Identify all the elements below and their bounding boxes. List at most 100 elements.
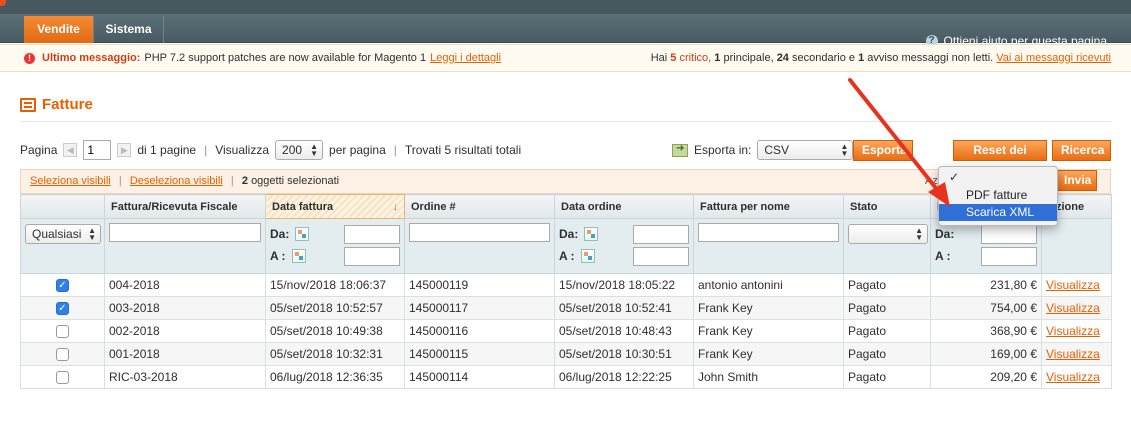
- select-visible-link[interactable]: Seleziona visibili: [30, 175, 111, 187]
- col-invoice-date[interactable]: Data fattura ↓: [265, 194, 405, 219]
- table-row[interactable]: ✓ 004-2018 15/nov/2018 18:06:37 145000119 15…: [20, 273, 1112, 297]
- invoice-icon: [20, 97, 36, 112]
- message-label: Ultimo messaggio:: [42, 52, 141, 64]
- cell-status: Pagato: [843, 273, 931, 297]
- order-filter-input[interactable]: [409, 223, 550, 242]
- row-checkbox-cell[interactable]: ✓: [20, 296, 105, 320]
- name-filter-input[interactable]: [698, 223, 839, 242]
- row-checkbox[interactable]: [56, 371, 69, 385]
- amount-to-input[interactable]: [981, 246, 1037, 266]
- row-checkbox[interactable]: ✓: [56, 279, 69, 293]
- invoice-date-to-input[interactable]: [344, 246, 400, 266]
- table-row[interactable]: ✓ 003-2018 05/set/2018 10:52:57 145000117 05…: [20, 296, 1112, 320]
- divider: [20, 121, 1111, 122]
- select-arrows-icon: ▲ ▼: [88, 226, 96, 242]
- date-from-label: Da:: [270, 227, 290, 241]
- view-link[interactable]: Visualizza: [1046, 278, 1100, 292]
- selected-label: oggetti selezionati: [251, 175, 340, 187]
- nav-tab-sistema[interactable]: Sistema: [94, 16, 164, 43]
- cell-order-date: 06/lug/2018 12:22:25: [554, 365, 694, 389]
- cell-invoice: RIC-03-2018: [104, 365, 266, 389]
- deselect-visible-link[interactable]: Deseleziona visibili: [130, 175, 223, 187]
- cell-status: Pagato: [843, 296, 931, 320]
- per-page-select[interactable]: 200 ▲ ▼: [275, 140, 324, 160]
- table-row[interactable]: RIC-03-2018 06/lug/2018 12:36:35 145000114…: [20, 365, 1112, 389]
- calendar-icon[interactable]: [584, 227, 599, 241]
- results-count: Trovati 5 risultati totali: [404, 143, 522, 157]
- col-invoice-date-label: Data fattura: [272, 200, 334, 213]
- view-link[interactable]: Visualizza: [1046, 324, 1100, 338]
- col-bill-name[interactable]: Fattura per nome: [693, 194, 844, 219]
- messages-inbox-link[interactable]: Vai ai messaggi ricevuti: [996, 52, 1111, 64]
- cell-invoice: 004-2018: [104, 273, 266, 297]
- prev-page-icon[interactable]: ◀: [63, 143, 78, 157]
- top-strip: [0, 0, 1131, 14]
- col-status[interactable]: Stato: [843, 194, 931, 219]
- cell-amount: 209,20 €: [930, 365, 1042, 389]
- massaction-dropdown[interactable]: ✓ PDF fatture Scarica XML: [938, 166, 1058, 226]
- message-bar: ! Ultimo messaggio: PHP 7.2 support patc…: [0, 44, 1131, 72]
- dropdown-item-xml[interactable]: Scarica XML: [939, 204, 1057, 221]
- logo-icon: [0, 0, 6, 6]
- reset-filters-button[interactable]: Reset dei filtri: [953, 140, 1047, 176]
- row-checkbox[interactable]: ✓: [56, 302, 69, 316]
- cell-action: Visualizza: [1041, 342, 1112, 366]
- table-row[interactable]: 001-2018 05/set/2018 10:32:31 145000115 05/…: [20, 342, 1112, 366]
- status-filter-select[interactable]: ▲ ▼: [848, 224, 928, 244]
- view-link[interactable]: Visualizza: [1046, 370, 1100, 384]
- page-input[interactable]: [83, 140, 112, 160]
- col-order[interactable]: Ordine #: [404, 194, 555, 219]
- next-page-icon[interactable]: ▶: [117, 143, 132, 157]
- col-invoice[interactable]: Fattura/Ricevuta Fiscale: [104, 194, 266, 219]
- nav-tab-vendite[interactable]: Vendite: [24, 16, 94, 43]
- select-arrows-icon: ▲ ▼: [310, 142, 319, 158]
- cell-bill-name: John Smith: [693, 365, 844, 389]
- cell-invoice-date: 06/lug/2018 12:36:35: [265, 365, 405, 389]
- cell-order: 145000116: [404, 319, 555, 343]
- cell-action: Visualizza: [1041, 319, 1112, 343]
- cell-status: Pagato: [843, 319, 931, 343]
- major-word: principale,: [723, 52, 774, 64]
- col-order-date[interactable]: Data ordine: [554, 194, 694, 219]
- dropdown-item-pdf[interactable]: PDF fatture: [939, 187, 1057, 204]
- row-checkbox-cell[interactable]: ✓: [20, 273, 105, 297]
- cell-order: 145000119: [404, 273, 555, 297]
- checkmark-icon: ✓: [949, 170, 960, 184]
- cell-order: 145000114: [404, 365, 555, 389]
- cell-amount: 368,90 €: [930, 319, 1042, 343]
- view-link[interactable]: Visualizza: [1046, 301, 1100, 315]
- calendar-icon[interactable]: [291, 249, 306, 263]
- amount-from-label: Da:: [935, 227, 955, 241]
- cell-status: Pagato: [843, 365, 931, 389]
- pager-view-label: Visualizza: [215, 143, 270, 157]
- row-checkbox[interactable]: [56, 325, 69, 339]
- order-date-from-input[interactable]: [633, 224, 689, 244]
- select-arrows-icon: ▲ ▼: [915, 226, 923, 242]
- export-button[interactable]: Esporta: [853, 140, 913, 161]
- search-button[interactable]: Ricerca: [1052, 140, 1111, 161]
- cell-action: Visualizza: [1041, 365, 1112, 389]
- row-checkbox-cell[interactable]: [20, 342, 105, 366]
- row-checkbox[interactable]: [56, 348, 69, 362]
- select-filter[interactable]: Qualsiasi ▲ ▼: [25, 224, 101, 244]
- amount-from-input[interactable]: [981, 224, 1037, 244]
- invoice-date-from-input[interactable]: [344, 224, 400, 244]
- summary-prefix: Hai: [650, 52, 668, 64]
- per-page-value: 200: [282, 143, 303, 157]
- message-details-link[interactable]: Leggi i dettagli: [430, 45, 501, 72]
- col-select: [20, 194, 105, 219]
- notice-word: avviso messaggi non letti.: [867, 52, 994, 64]
- calendar-icon[interactable]: [580, 249, 595, 263]
- export-icon: [672, 143, 688, 157]
- invoice-filter-input[interactable]: [109, 223, 261, 242]
- order-date-to-input[interactable]: [633, 246, 689, 266]
- calendar-icon[interactable]: [295, 227, 310, 241]
- cell-invoice: 002-2018: [104, 319, 266, 343]
- table-row[interactable]: 002-2018 05/set/2018 10:49:38 145000116 05/…: [20, 319, 1112, 343]
- export-label: Esporta in:: [694, 143, 752, 157]
- view-link[interactable]: Visualizza: [1046, 347, 1100, 361]
- export-format-select[interactable]: CSV ▲ ▼: [757, 140, 854, 160]
- submit-button[interactable]: Invia: [1055, 170, 1097, 191]
- row-checkbox-cell[interactable]: [20, 319, 105, 343]
- row-checkbox-cell[interactable]: [20, 365, 105, 389]
